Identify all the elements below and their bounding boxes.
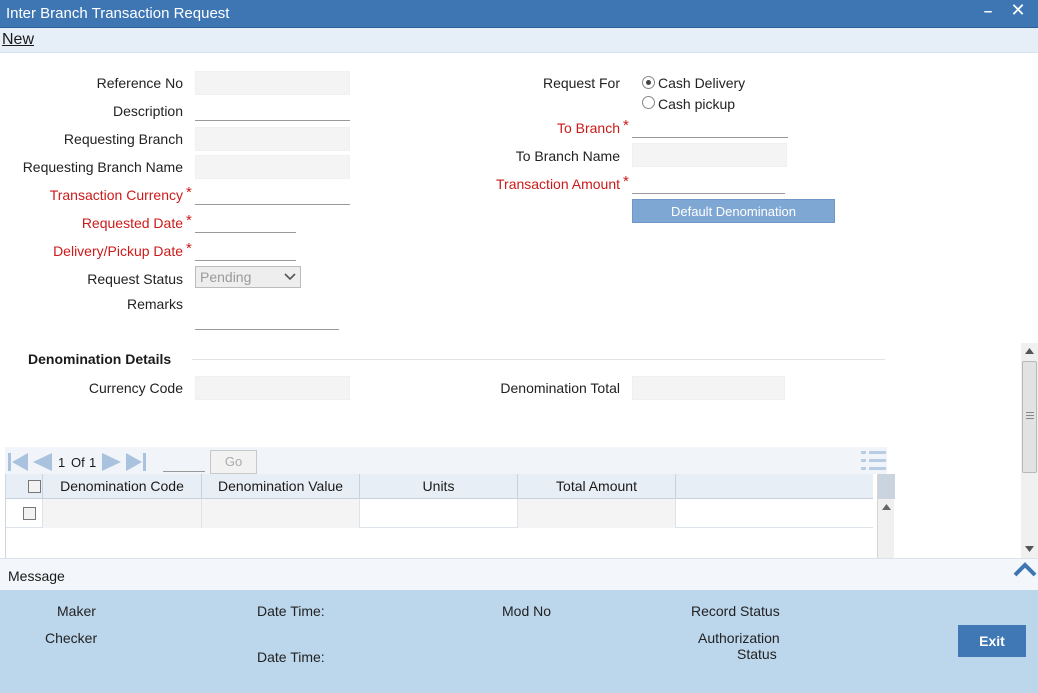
page-scrollbar-thumb[interactable] xyxy=(1022,361,1037,473)
default-denomination-button[interactable]: Default Denomination xyxy=(632,199,835,223)
requesting-branch-name-label: Requesting Branch Name xyxy=(22,159,183,175)
delivery-pickup-date-label: Delivery/Pickup Date xyxy=(53,243,183,259)
denomination-grid: Denomination Code Denomination Value Uni… xyxy=(5,474,895,558)
page-current: 1 xyxy=(58,455,66,470)
go-button[interactable]: Go xyxy=(210,450,257,474)
grid-header: Denomination Code Denomination Value Uni… xyxy=(6,474,873,499)
to-branch-name-field[interactable] xyxy=(632,143,787,167)
page-of-label: Of xyxy=(71,455,85,470)
description-label: Description xyxy=(112,103,183,119)
units-cell[interactable] xyxy=(360,499,518,528)
reference-no-field[interactable] xyxy=(195,71,350,95)
previous-page-icon[interactable] xyxy=(31,452,53,472)
column-header-denomination-code[interactable]: Denomination Code xyxy=(43,474,202,499)
toolbar: New xyxy=(0,28,1038,53)
delivery-pickup-date-field[interactable] xyxy=(195,239,296,261)
denomination-value-cell[interactable] xyxy=(202,499,360,528)
grip-icon xyxy=(1026,412,1034,419)
grid-view-icon[interactable] xyxy=(860,450,887,472)
maker-label: Maker xyxy=(57,603,96,619)
cash-delivery-radio[interactable] xyxy=(642,76,655,89)
scroll-up-icon[interactable] xyxy=(1025,348,1034,354)
table-row xyxy=(6,499,873,528)
to-branch-label: To Branch xyxy=(556,120,620,136)
column-header-total-amount[interactable]: Total Amount xyxy=(518,474,676,499)
page-total: 1 xyxy=(89,455,97,470)
close-button[interactable]: ✕ xyxy=(1009,0,1027,21)
denomination-total-field[interactable] xyxy=(632,376,785,400)
transaction-currency-label: Transaction Currency xyxy=(49,187,183,203)
cash-delivery-label: Cash Delivery xyxy=(658,75,746,91)
maker-date-time-label: Date Time: xyxy=(257,603,325,619)
message-label: Message xyxy=(8,568,65,584)
next-page-icon[interactable] xyxy=(101,452,123,472)
request-status-select[interactable]: Pending xyxy=(195,266,301,288)
cash-pickup-radio[interactable] xyxy=(642,96,655,109)
transaction-amount-label: Transaction Amount xyxy=(496,176,620,192)
denomination-total-label: Denomination Total xyxy=(500,380,620,396)
new-link[interactable]: New xyxy=(2,31,34,49)
currency-code-label: Currency Code xyxy=(88,380,183,396)
select-all-checkbox[interactable] xyxy=(28,480,41,493)
requesting-branch-name-field[interactable] xyxy=(195,155,350,179)
record-status-label: Record Status xyxy=(691,603,780,619)
to-branch-field[interactable] xyxy=(632,116,788,138)
total-amount-cell[interactable] xyxy=(518,499,676,528)
denomination-details-title: Denomination Details xyxy=(28,351,172,367)
grid-scrollbar-header xyxy=(878,474,895,499)
transaction-currency-field[interactable] xyxy=(195,183,350,205)
reference-no-label: Reference No xyxy=(96,75,183,91)
requested-date-label: Requested Date xyxy=(81,215,183,231)
currency-code-field[interactable] xyxy=(195,376,350,400)
message-bar: Message xyxy=(0,558,1038,590)
remarks-field[interactable] xyxy=(195,308,339,330)
section-divider xyxy=(192,359,885,360)
required-mark: * xyxy=(623,117,629,134)
description-field[interactable] xyxy=(195,99,350,121)
required-mark: * xyxy=(186,184,192,201)
requested-date-field[interactable] xyxy=(195,211,296,233)
page-number-input[interactable] xyxy=(163,450,205,472)
to-branch-name-label: To Branch Name xyxy=(515,148,620,164)
authorization-status-label: Status xyxy=(737,646,777,662)
chevron-up-icon[interactable] xyxy=(1013,561,1037,577)
exit-button[interactable]: Exit xyxy=(958,625,1026,657)
mod-no-label: Mod No xyxy=(502,603,552,619)
checker-date-time-label: Date Time: xyxy=(257,649,325,665)
request-for-label: Request For xyxy=(542,75,620,91)
column-header-units[interactable]: Units xyxy=(360,474,518,499)
minimize-button[interactable]: – xyxy=(981,3,995,20)
denomination-code-cell[interactable] xyxy=(43,499,202,528)
header-select-cell xyxy=(6,474,43,499)
grid-scrollbar[interactable] xyxy=(877,474,895,558)
required-mark: * xyxy=(186,240,192,257)
column-header-denomination-value[interactable]: Denomination Value xyxy=(202,474,360,499)
last-page-icon[interactable] xyxy=(125,452,147,472)
scroll-up-icon[interactable] xyxy=(882,504,891,510)
required-mark: * xyxy=(186,212,192,229)
authorization-label: Authorization xyxy=(698,630,780,646)
row-select-cell xyxy=(6,499,43,528)
title-bar: Inter Branch Transaction Request – ✕ xyxy=(0,0,1038,28)
row-checkbox[interactable] xyxy=(23,507,36,520)
first-page-icon[interactable] xyxy=(7,452,29,472)
cash-pickup-label: Cash pickup xyxy=(658,96,736,112)
requesting-branch-field[interactable] xyxy=(195,127,350,151)
required-mark: * xyxy=(623,173,629,190)
window-title: Inter Branch Transaction Request xyxy=(6,5,230,22)
page-scrollbar[interactable] xyxy=(1021,343,1038,558)
transaction-amount-field[interactable] xyxy=(632,172,785,194)
chevron-down-icon xyxy=(284,273,296,281)
audit-footer: Maker Checker Date Time: Date Time: Mod … xyxy=(0,590,1038,693)
scroll-down-icon[interactable] xyxy=(1025,546,1034,552)
request-status-label: Request Status xyxy=(87,271,183,287)
requesting-branch-label: Requesting Branch xyxy=(63,131,183,147)
checker-label: Checker xyxy=(45,630,98,646)
remarks-label: Remarks xyxy=(126,296,183,312)
request-status-value: Pending xyxy=(200,269,252,285)
